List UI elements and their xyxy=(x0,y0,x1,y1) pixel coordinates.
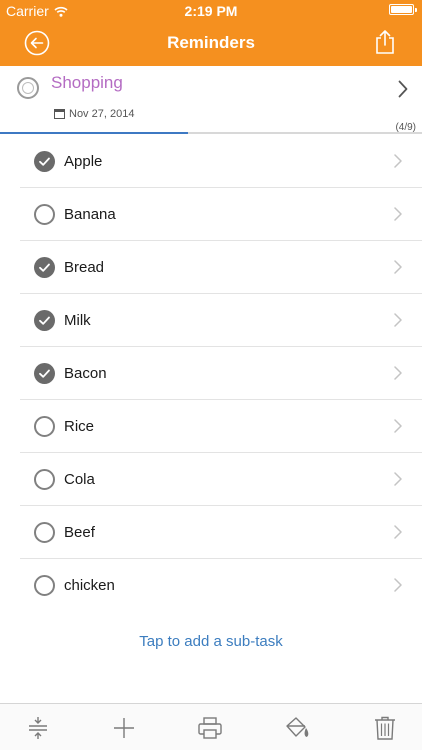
task-date-text: Nov 27, 2014 xyxy=(69,108,135,120)
print-icon[interactable] xyxy=(196,714,224,742)
chevron-right-icon[interactable] xyxy=(394,260,402,274)
subtask-row[interactable]: Apple xyxy=(0,135,422,188)
checked-circle-icon[interactable] xyxy=(34,151,55,172)
status-bar: Carrier 2:19 PM xyxy=(0,0,422,20)
task-date: Nov 27, 2014 xyxy=(54,108,134,120)
unchecked-circle-icon[interactable] xyxy=(34,522,55,543)
chevron-right-icon[interactable] xyxy=(398,80,408,98)
checked-circle-icon[interactable] xyxy=(34,257,55,278)
bottom-toolbar xyxy=(0,703,422,750)
chevron-right-icon[interactable] xyxy=(394,419,402,433)
subtask-label: Apple xyxy=(64,153,103,170)
calendar-icon xyxy=(54,109,65,119)
chevron-right-icon[interactable] xyxy=(394,207,402,221)
subtask-row[interactable]: Banana xyxy=(0,188,422,241)
subtask-label: Rice xyxy=(64,418,95,435)
progress-fill xyxy=(0,132,188,134)
trash-icon[interactable] xyxy=(371,714,399,742)
add-subtask-link[interactable]: Tap to add a sub-task xyxy=(0,633,422,650)
subtask-label: Banana xyxy=(64,206,116,223)
expand-collapse-icon[interactable] xyxy=(24,714,52,742)
add-icon[interactable] xyxy=(110,714,138,742)
subtask-row[interactable]: Bread xyxy=(0,241,422,294)
subtask-row[interactable]: Beef xyxy=(0,506,422,559)
chevron-right-icon[interactable] xyxy=(394,154,402,168)
chevron-right-icon[interactable] xyxy=(394,472,402,486)
subtask-row[interactable]: Milk xyxy=(0,294,422,347)
chevron-right-icon[interactable] xyxy=(394,366,402,380)
chevron-right-icon[interactable] xyxy=(394,578,402,592)
task-status-circle[interactable] xyxy=(17,77,39,99)
subtask-list: Apple Banana Bread Milk Bacon Rice Cola Beef chi… xyxy=(0,135,422,612)
header: Carrier 2:19 PM Reminders xyxy=(0,0,422,66)
page-title: Reminders xyxy=(167,33,255,52)
subtask-label: Bread xyxy=(64,259,105,276)
chevron-right-icon[interactable] xyxy=(394,313,402,327)
subtask-row[interactable]: Cola xyxy=(0,453,422,506)
chevron-right-icon[interactable] xyxy=(394,525,402,539)
checked-circle-icon[interactable] xyxy=(34,363,55,384)
unchecked-circle-icon[interactable] xyxy=(34,575,55,596)
subtask-label: Beef xyxy=(64,524,95,541)
subtask-row[interactable]: Rice xyxy=(0,400,422,453)
share-icon[interactable] xyxy=(374,29,396,55)
subtask-row[interactable]: Bacon xyxy=(0,347,422,400)
subtask-label: Bacon xyxy=(64,365,107,382)
subtask-label: Milk xyxy=(64,312,91,329)
subtask-row[interactable]: chicken xyxy=(0,559,422,612)
status-time: 2:19 PM xyxy=(184,3,238,19)
unchecked-circle-icon[interactable] xyxy=(34,416,55,437)
progress-bar xyxy=(0,132,422,134)
battery-icon xyxy=(389,4,417,15)
paint-bucket-icon[interactable] xyxy=(283,714,311,742)
unchecked-circle-icon[interactable] xyxy=(34,469,55,490)
task-title: Shopping xyxy=(51,73,123,92)
subtask-label: Cola xyxy=(64,471,95,488)
unchecked-circle-icon[interactable] xyxy=(34,204,55,225)
subtask-label: chicken xyxy=(64,577,115,594)
checked-circle-icon[interactable] xyxy=(34,310,55,331)
